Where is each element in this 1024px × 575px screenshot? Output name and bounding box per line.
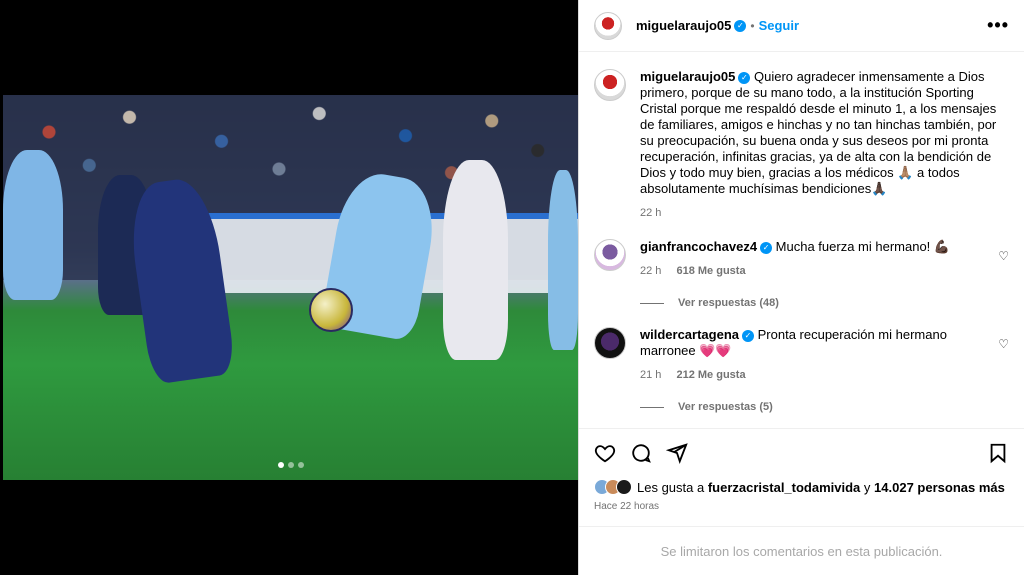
caption-meta: 22 h: [640, 205, 1009, 221]
comments-section: miguelaraujo05 ✓ Quiero agradecer inmensa…: [579, 53, 1024, 435]
caption-body: miguelaraujo05 ✓ Quiero agradecer inmensa…: [640, 69, 1009, 221]
likes-middle: y: [863, 479, 871, 495]
share-icon[interactable]: [666, 442, 688, 464]
comment-body: gianfrancochavez4 ✓ Mucha fuerza mi herma…: [640, 239, 988, 279]
media-panel: [0, 0, 578, 575]
author-avatar[interactable]: [594, 11, 622, 40]
likes-prefix: Les gusta a: [637, 479, 705, 495]
comment-text: Mucha fuerza mi hermano! 💪🏿: [775, 239, 951, 254]
verified-badge-icon: ✓: [760, 241, 773, 254]
view-replies-button[interactable]: Ver respuestas (5): [640, 401, 1009, 413]
bookmark-icon[interactable]: [987, 442, 1009, 464]
comment-likes[interactable]: 618 Me gusta: [676, 265, 745, 277]
comment-icon[interactable]: [630, 442, 652, 464]
comment-meta: 22 h 618 Me gusta: [640, 263, 988, 279]
likes-summary: Les gusta a fuerzacristal_todamivida y 1…: [594, 479, 1009, 495]
view-replies-label[interactable]: Ver respuestas (48): [678, 297, 779, 309]
comment-time[interactable]: 22 h: [640, 265, 661, 277]
caption-avatar[interactable]: [594, 69, 626, 101]
replies-line: [640, 302, 664, 304]
more-options-icon[interactable]: •••: [987, 15, 1009, 36]
post-header: miguelaraujo05 ✓ • Seguir •••: [579, 0, 1024, 52]
carousel-dots: [278, 462, 304, 468]
liker-avatar: [616, 479, 632, 495]
verified-badge-icon: ✓: [734, 19, 747, 32]
comment-body: wildercartagena ✓ Pronta recuperación mi …: [640, 327, 988, 383]
photo-player: [3, 150, 63, 300]
view-replies-label[interactable]: Ver respuestas (5): [678, 401, 773, 413]
comment-username[interactable]: gianfrancochavez4: [640, 239, 757, 254]
heart-icon[interactable]: [594, 442, 616, 464]
replies-line: [640, 406, 664, 408]
comment-time[interactable]: 21 h: [640, 369, 661, 381]
post-photo[interactable]: [3, 95, 578, 480]
comment-avatar[interactable]: [594, 239, 626, 271]
photo-player: [548, 170, 578, 350]
comment-heart-icon[interactable]: ♡: [998, 327, 1009, 383]
comment-item: gianfrancochavez4 ✓ Mucha fuerza mi herma…: [594, 239, 1009, 279]
caption-time[interactable]: 22 h: [640, 207, 661, 219]
author-username[interactable]: miguelaraujo05: [636, 18, 731, 33]
liker-avatars[interactable]: [594, 479, 632, 495]
carousel-dot[interactable]: [298, 462, 304, 468]
action-icons: [594, 441, 1009, 465]
comment-meta: 21 h 212 Me gusta: [640, 367, 988, 383]
verified-badge-icon: ✓: [742, 329, 754, 342]
comments-limited-notice: Se limitaron los comentarios en esta pub…: [579, 526, 1024, 575]
likes-others[interactable]: 14.027 personas más: [874, 480, 1005, 495]
follow-button[interactable]: Seguir: [759, 18, 799, 33]
verified-badge-icon: ✓: [738, 71, 751, 84]
action-bar: Les gusta a fuerzacristal_todamivida y 1…: [579, 428, 1024, 512]
comment-avatar[interactable]: [594, 327, 626, 359]
comment-item: wildercartagena ✓ Pronta recuperación mi …: [594, 327, 1009, 383]
comment-username[interactable]: wildercartagena: [640, 327, 739, 342]
caption: miguelaraujo05 ✓ Quiero agradecer inmensa…: [594, 69, 1009, 221]
carousel-dot[interactable]: [278, 462, 284, 468]
view-replies-button[interactable]: Ver respuestas (48): [640, 297, 1009, 309]
caption-username[interactable]: miguelaraujo05: [640, 69, 735, 84]
post-panel: miguelaraujo05 ✓ • Seguir ••• miguelarau…: [578, 0, 1024, 575]
photo-player: [443, 160, 508, 360]
comment-heart-icon[interactable]: ♡: [998, 239, 1009, 279]
comment-likes[interactable]: 212 Me gusta: [676, 369, 745, 381]
photo-ball: [309, 288, 353, 332]
carousel-dot[interactable]: [288, 462, 294, 468]
likes-text: Les gusta a fuerzacristal_todamivida y 1…: [637, 480, 1005, 495]
caption-text: Quiero agradecer inmensamente a Dios pri…: [640, 69, 997, 196]
header-separator: •: [750, 18, 755, 33]
post-date[interactable]: Hace 22 horas: [594, 501, 1009, 512]
likes-first-user[interactable]: fuerzacristal_todamivida: [708, 480, 860, 495]
